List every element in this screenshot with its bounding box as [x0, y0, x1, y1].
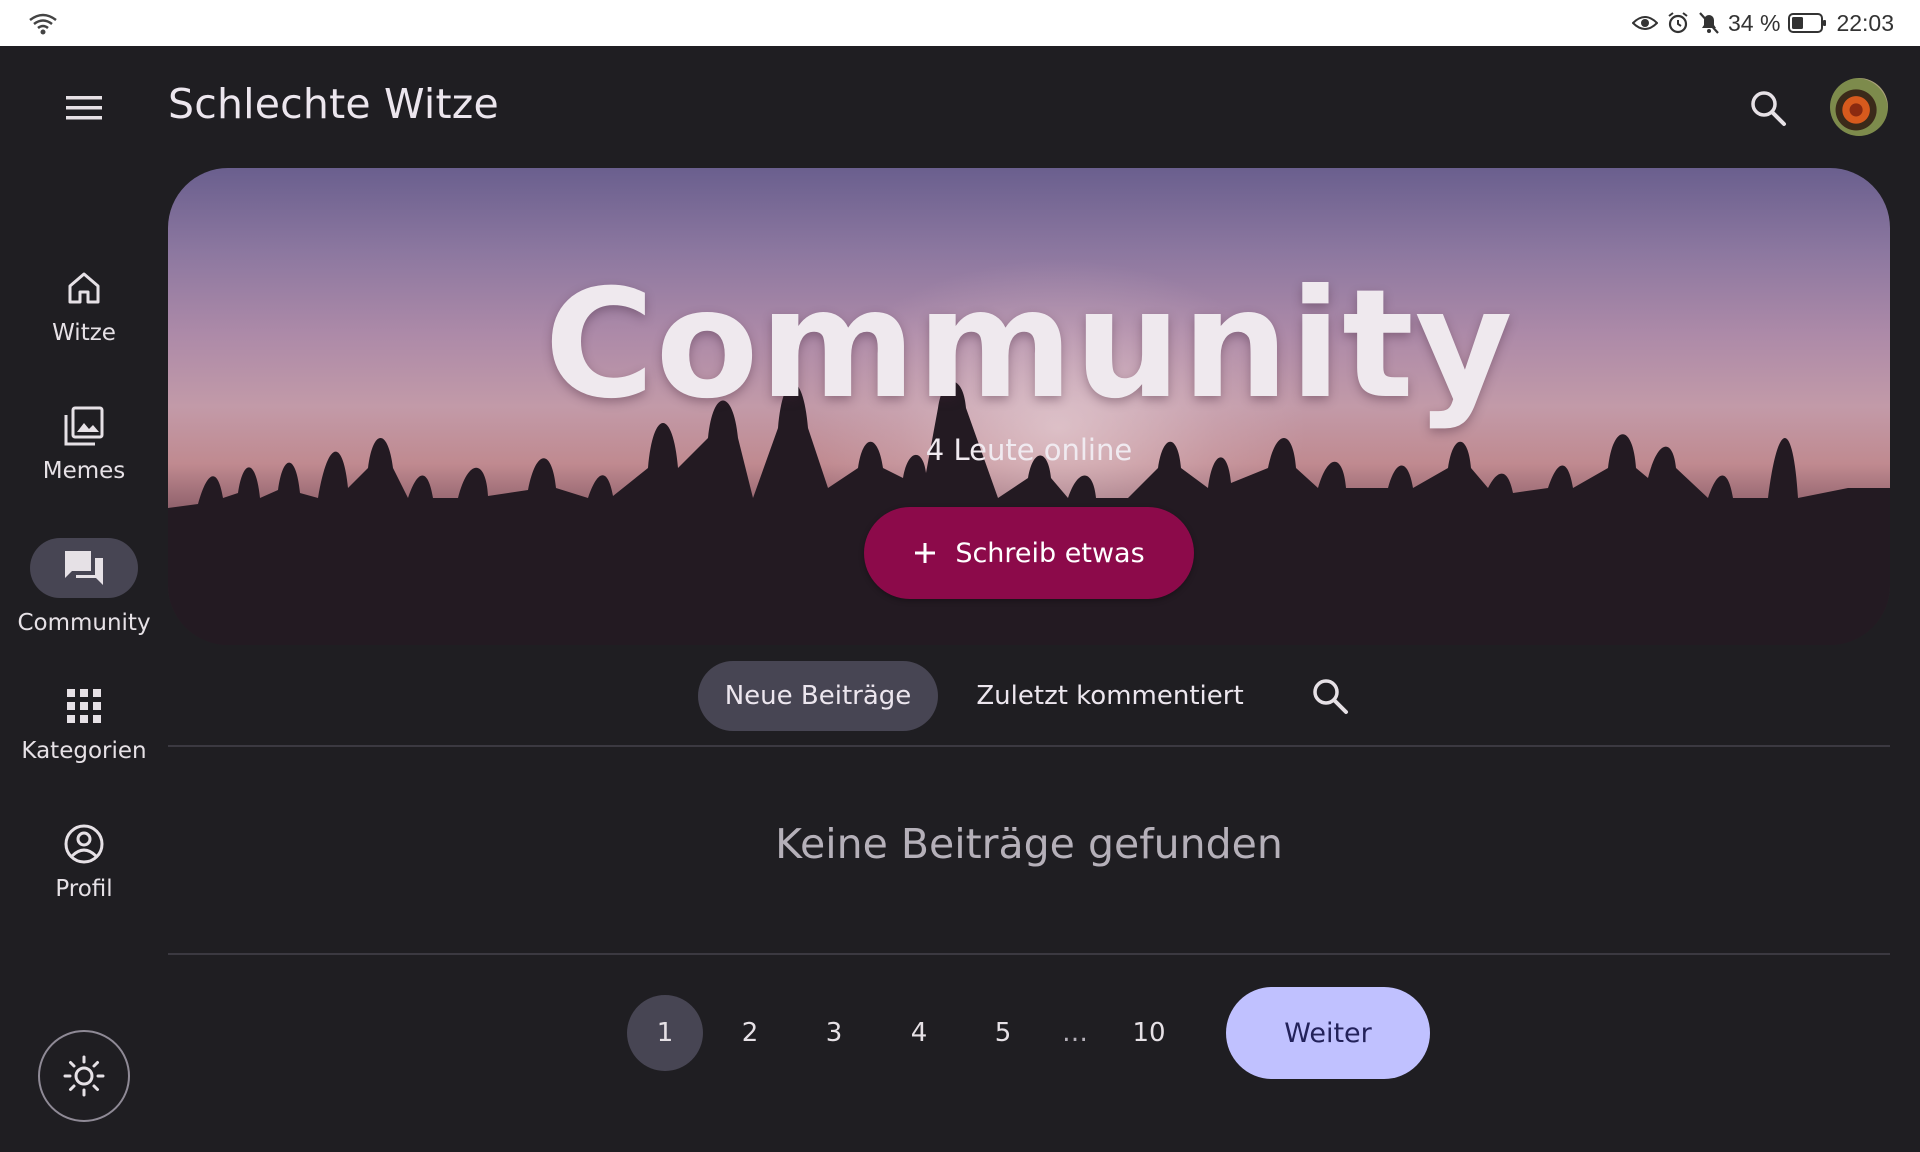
posts-search-button[interactable] — [1306, 672, 1354, 720]
battery-icon — [1788, 12, 1828, 34]
theme-toggle-button[interactable] — [38, 1030, 130, 1122]
tab-recently-commented[interactable]: Zuletzt kommentiert — [960, 661, 1260, 731]
photo-library-icon — [64, 406, 104, 446]
home-icon — [68, 272, 100, 304]
nav-item-memes[interactable]: Memes — [0, 406, 168, 484]
community-hero-banner: Community 4 Leute online Schreib etwas — [168, 168, 1890, 645]
search-icon — [1313, 679, 1348, 714]
tab-recently-commented-label: Zuletzt kommentiert — [976, 681, 1244, 711]
nav-item-community[interactable]: Community — [0, 538, 168, 636]
divider-top — [168, 745, 1890, 747]
alarm-icon — [1668, 12, 1688, 34]
nav-label-memes: Memes — [42, 458, 126, 484]
page-button-3[interactable]: 3 — [796, 995, 872, 1071]
menu-icon — [66, 96, 102, 120]
brightness-icon — [63, 1055, 105, 1097]
wifi-icon — [29, 13, 57, 35]
next-page-button[interactable]: Weiter — [1226, 987, 1430, 1079]
apps-grid-icon — [67, 689, 101, 723]
app-title: Schlechte Witze — [168, 80, 499, 128]
tab-new-posts-label: Neue Beiträge — [724, 681, 912, 711]
nav-item-witze[interactable]: Witze — [0, 268, 168, 346]
empty-state-message: Keine Beiträge gefunden — [775, 820, 1283, 868]
search-icon — [1751, 91, 1786, 126]
page-button-10[interactable]: 10 — [1111, 995, 1187, 1071]
online-count: 4 Leute online — [925, 433, 1133, 467]
page-button-5[interactable]: 5 — [965, 995, 1041, 1071]
hero-title: Community — [544, 258, 1514, 432]
menu-button[interactable] — [60, 86, 108, 130]
forum-icon — [65, 551, 103, 585]
nav-label-profil: Profil — [55, 876, 113, 902]
write-post-button[interactable]: Schreib etwas — [864, 507, 1194, 599]
divider-bottom — [168, 953, 1890, 955]
user-avatar[interactable] — [1830, 78, 1888, 136]
nav-item-profil[interactable]: Profil — [0, 824, 168, 902]
page-button-1[interactable]: 1 — [627, 995, 703, 1071]
nav-item-kategorien[interactable]: Kategorien — [0, 686, 168, 764]
page-button-4[interactable]: 4 — [881, 995, 957, 1071]
next-page-label: Weiter — [1284, 1017, 1372, 1049]
account-circle-icon — [64, 824, 104, 864]
nav-label-witze: Witze — [52, 320, 116, 346]
nav-label-kategorien: Kategorien — [21, 738, 147, 764]
mute-bell-icon — [1699, 12, 1719, 34]
tab-new-posts[interactable]: Neue Beiträge — [698, 661, 938, 731]
battery-percent: 34 % — [1728, 9, 1781, 36]
plus-icon — [915, 543, 936, 563]
nav-active-indicator — [30, 538, 138, 598]
nav-label-community: Community — [17, 610, 151, 636]
write-post-label: Schreib etwas — [955, 537, 1145, 569]
clock-time: 22:03 — [1836, 9, 1894, 36]
status-bar: 34 % 22:03 — [0, 0, 1920, 46]
page-button-2[interactable]: 2 — [712, 995, 788, 1071]
eye-icon — [1632, 16, 1658, 30]
pagination-ellipsis: … — [1062, 1018, 1088, 1048]
top-search-button[interactable] — [1744, 84, 1792, 132]
